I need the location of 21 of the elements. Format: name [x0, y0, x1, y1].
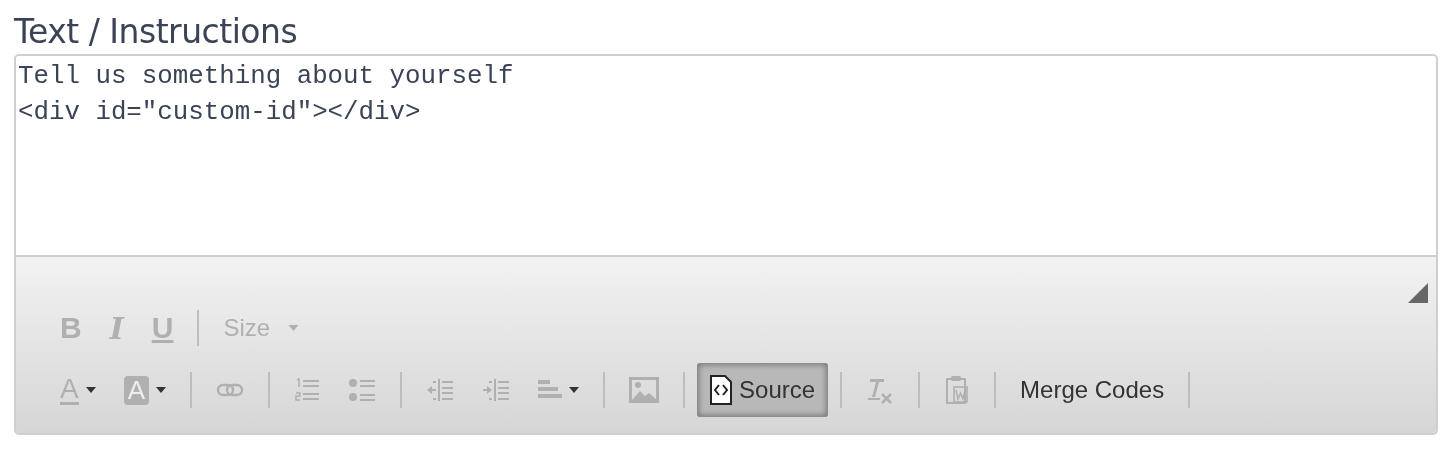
indent-icon [482, 378, 511, 402]
outdent-icon [426, 378, 455, 402]
code-line: <div id="custom-id"></div> [18, 97, 421, 129]
source-code-icon [710, 375, 733, 405]
caret-icon [288, 325, 300, 331]
section-heading: Text / Instructions [14, 12, 298, 52]
code-line: Tell us something about yourself [18, 61, 514, 93]
align-left-icon [538, 379, 563, 401]
bulleted-list-icon [348, 378, 377, 402]
resize-handle-icon[interactable] [1408, 283, 1428, 303]
clear-formatting-icon [866, 376, 895, 404]
source-button[interactable]: Source [697, 363, 829, 417]
merge-codes-button[interactable]: Merge Codes [1008, 366, 1177, 414]
image-icon [629, 377, 660, 403]
caret-icon [156, 387, 167, 393]
caret-icon [569, 387, 580, 393]
editor-text-area[interactable]: Tell us something about yourself <div id="custom-id"></div> [16, 56, 1436, 257]
caret-icon [85, 387, 96, 393]
numbered-list-icon [294, 378, 321, 402]
link-icon [216, 382, 245, 398]
paste-from-word-icon [944, 375, 971, 405]
